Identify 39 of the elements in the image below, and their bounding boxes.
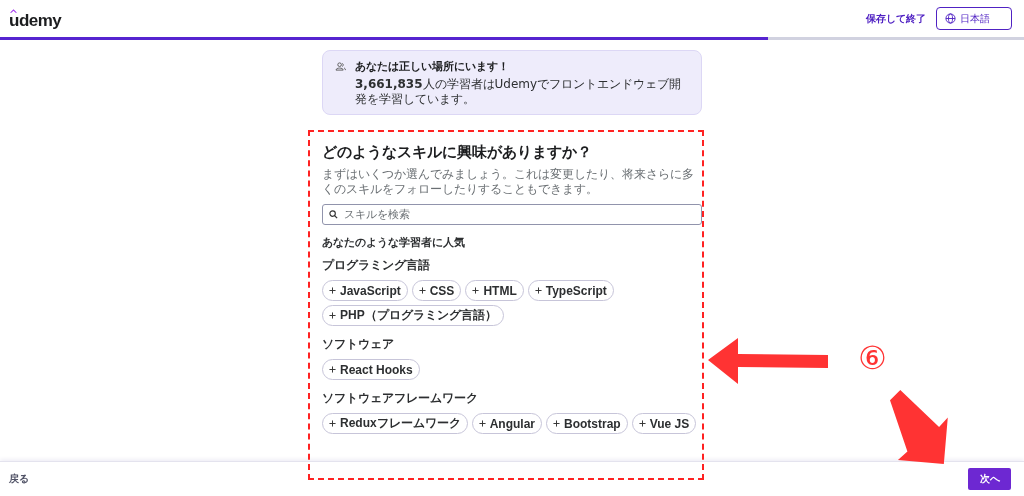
category-heading: ソフトウェアフレームワーク: [322, 390, 479, 407]
step-number: ⑥: [858, 340, 887, 376]
next-button[interactable]: 次へ: [968, 468, 1011, 490]
logo-hat-icon: [10, 8, 17, 13]
search-field[interactable]: スキルを検索: [322, 204, 702, 225]
plus-icon: [534, 287, 542, 294]
save-exit-link[interactable]: 保存して終了: [866, 11, 926, 26]
skill-chip[interactable]: Bootstrap: [546, 413, 628, 434]
question-description: まずはいくつか選んでみましょう。これは変更したり、将来さらに多くのスキルをフォローしたりすることもできます。: [322, 167, 695, 197]
plus-icon: [418, 287, 426, 294]
plus-icon: [329, 312, 336, 319]
question-title: どのようなスキルに興味がありますか？: [322, 143, 593, 162]
skill-chip[interactable]: React Hooks: [322, 359, 420, 380]
plus-icon: [478, 420, 486, 427]
skill-chip[interactable]: PHP（プログラミング言語）: [322, 305, 504, 326]
banner-text: 3,661,835人の学習者はUdemyでフロントエンドウェブ開発を学習しています。: [355, 77, 683, 107]
skill-chip[interactable]: JavaScript: [322, 280, 408, 301]
logo[interactable]: udemy: [9, 12, 62, 29]
plus-icon: [329, 287, 336, 294]
people-icon: [335, 62, 346, 71]
plus-icon: [329, 366, 336, 373]
back-button[interactable]: 戻る: [9, 472, 29, 486]
language-button[interactable]: 日本語: [936, 7, 1012, 30]
skill-chip[interactable]: Angular: [471, 413, 543, 434]
skill-chip[interactable]: Vue JS: [631, 413, 697, 434]
category-heading: プログラミング言語: [322, 257, 431, 274]
plus-icon: [638, 420, 646, 427]
plus-icon: [329, 420, 336, 427]
section-heading: あなたのような学習者に人気: [322, 235, 466, 250]
plus-icon: [553, 420, 561, 427]
globe-icon: [945, 13, 956, 24]
plus-icon: [472, 287, 480, 294]
skill-chip[interactable]: Reduxフレームワーク: [322, 413, 468, 434]
search-icon: [329, 210, 338, 219]
skill-chip[interactable]: TypeScript: [527, 280, 614, 301]
skill-chip[interactable]: CSS: [411, 280, 462, 301]
banner-title: あなたは正しい場所にいます！: [355, 59, 510, 74]
skill-chip[interactable]: HTML: [465, 280, 524, 301]
category-heading: ソフトウェア: [322, 336, 395, 353]
